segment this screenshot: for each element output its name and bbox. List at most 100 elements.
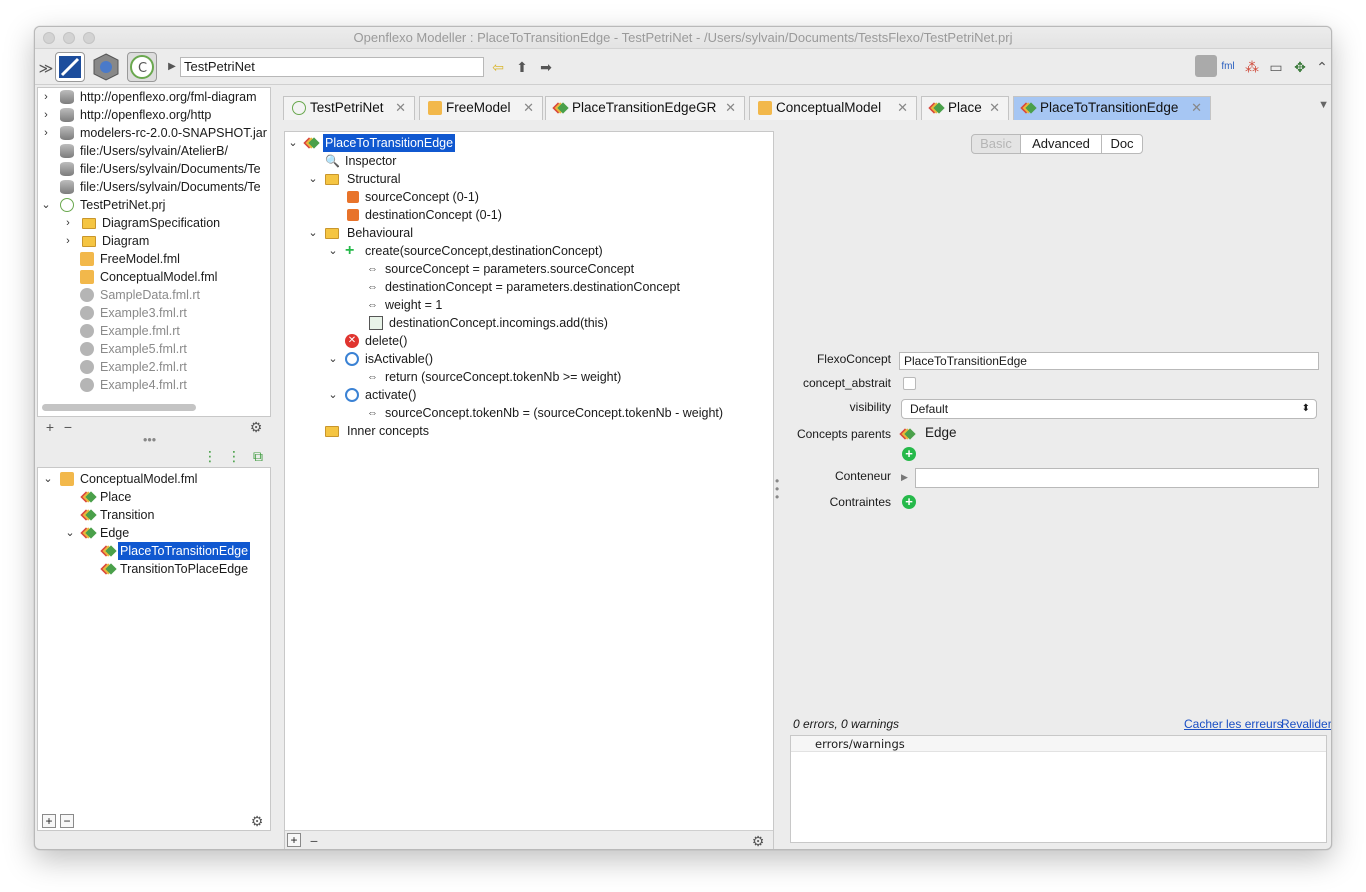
chevron-right-icon[interactable]: › [62, 232, 74, 250]
tab-label: FreeModel [446, 100, 511, 115]
conceptual-perspective-icon[interactable] [1195, 55, 1217, 77]
revalidate-link[interactable]: Revalider [1281, 717, 1331, 731]
chevron-right-icon[interactable]: › [40, 124, 52, 142]
concept-node-label: Inspector [345, 154, 397, 168]
gear-icon[interactable]: ⚙ [248, 812, 266, 830]
abstract-checkbox[interactable] [903, 377, 916, 390]
close-icon[interactable]: ✕ [523, 97, 534, 119]
concept-icon [82, 526, 96, 540]
remove-element-button[interactable]: − [305, 832, 323, 849]
visibility-select[interactable]: Default ⬍ [901, 399, 1317, 419]
fml-model-icon [80, 270, 94, 284]
close-icon[interactable]: ✕ [1191, 97, 1202, 119]
collapse-tree-icon[interactable]: ⋮ [225, 447, 243, 465]
collapse-icon[interactable]: ⌃ [1313, 58, 1331, 76]
resource-label: http://openflexo.org/http [80, 108, 212, 122]
close-window-button[interactable] [43, 32, 55, 44]
column-header[interactable]: errors/warnings [815, 737, 905, 751]
splitter-handle[interactable]: ••• [143, 433, 156, 447]
chevron-down-icon[interactable]: ⌄ [327, 242, 339, 260]
palette-icon[interactable]: ✥ [1291, 58, 1309, 76]
chevron-down-icon[interactable]: ⌄ [307, 224, 319, 242]
remove-model-button[interactable]: − [60, 814, 74, 828]
close-icon[interactable]: ✕ [989, 97, 1000, 119]
chevron-down-icon[interactable]: ⌄ [287, 134, 299, 152]
add-resource-button[interactable]: + [41, 418, 59, 436]
fml-editor-icon[interactable] [55, 52, 85, 82]
model-label: TransitionToPlaceEdge [120, 562, 249, 576]
tab-conceptualmodel[interactable]: ConceptualModel ✕ [749, 96, 917, 120]
fml-model-icon [758, 101, 772, 115]
runtime-instance-icon [80, 342, 94, 356]
add-model-button[interactable]: + [42, 814, 56, 828]
fml-model-icon [80, 252, 94, 266]
parent-concept-value[interactable]: Edge [925, 425, 957, 440]
visibility-value: Default [910, 402, 949, 416]
tab-placetotransitionedge[interactable]: PlaceToTransitionEdge ✕ [1013, 96, 1211, 120]
close-icon[interactable]: ✕ [897, 97, 908, 119]
play-icon[interactable]: ▶ [901, 472, 908, 483]
resource-label: TestPetriNet.prj [80, 198, 166, 212]
conceptual-icon[interactable]: C [127, 52, 157, 82]
chevron-right-icon[interactable]: › [40, 106, 52, 124]
gear-icon[interactable]: ⚙ [749, 832, 767, 849]
concept-icon [554, 101, 568, 115]
magnifier-icon: 🔍 [325, 154, 340, 168]
svg-text:C: C [138, 61, 147, 76]
window-icon[interactable]: ▭ [1267, 58, 1285, 76]
add-parent-button[interactable]: + [902, 447, 916, 461]
forward-arrow-icon[interactable]: ➡ [537, 58, 555, 76]
hierarchy-icon[interactable]: ⁂ [1243, 58, 1261, 76]
chevron-right-icon[interactable]: › [62, 214, 74, 232]
breadcrumb-field[interactable]: TestPetriNet [180, 57, 484, 77]
chevron-down-icon[interactable]: ⌄ [327, 350, 339, 368]
up-arrow-icon[interactable]: ⬆ [513, 58, 531, 76]
chevron-down-icon[interactable]: ⌄ [307, 170, 319, 188]
resource-label: http://openflexo.org/fml-diagram [80, 90, 257, 104]
expand-tree-icon[interactable]: ⋮ [201, 447, 219, 465]
horizontal-scrollbar[interactable] [42, 404, 196, 411]
tab-place[interactable]: Place ✕ [921, 96, 1009, 120]
chevron-down-icon[interactable]: ⌄ [327, 386, 339, 404]
validation-table-header: errors/warnings [791, 736, 1326, 752]
tabs-overflow-icon[interactable]: ▼ [1318, 99, 1329, 111]
fml-file-icon[interactable]: fml [1219, 58, 1237, 76]
tab-testpetrinet[interactable]: TestPetriNet ✕ [283, 96, 415, 120]
close-icon[interactable]: ✕ [725, 97, 736, 119]
concept-node-label: isActivable() [365, 352, 434, 366]
remove-resource-button[interactable]: − [59, 418, 77, 436]
tab-doc[interactable]: Doc [1101, 134, 1143, 154]
assignment-icon: ⇔ [367, 281, 378, 293]
shield-icon[interactable] [91, 52, 121, 82]
database-icon [60, 162, 74, 176]
tab-advanced[interactable]: Advanced [1020, 134, 1102, 154]
model-label-selected: PlaceToTransitionEdge [118, 542, 251, 560]
chevron-down-icon[interactable]: ⌄ [42, 470, 54, 488]
parents-label: Concepts parents [796, 427, 891, 441]
resource-browser: › http://openflexo.org/fml-diagram › htt… [37, 87, 271, 417]
zoom-window-button[interactable] [83, 32, 95, 44]
validation-table: errors/warnings [790, 735, 1327, 843]
container-field[interactable] [915, 468, 1319, 488]
close-icon[interactable]: ✕ [395, 97, 406, 119]
chevron-down-icon[interactable]: ⌄ [40, 196, 52, 214]
back-arrow-icon[interactable]: ⇦ [489, 58, 507, 76]
add-element-button[interactable]: + [287, 833, 301, 847]
gear-icon[interactable]: ⚙ [247, 418, 265, 436]
concept-tree-panel: ⌄ PlaceToTransitionEdge 🔍 Inspector ⌄ St… [284, 131, 774, 849]
concept-icon [82, 490, 96, 504]
minimize-window-button[interactable] [63, 32, 75, 44]
hide-errors-link[interactable]: Cacher les erreurs [1184, 717, 1283, 731]
concept-node-label: sourceConcept (0-1) [365, 190, 479, 204]
tree-mode-icon[interactable]: ⧉ [249, 447, 267, 465]
flexoconcept-name-field[interactable]: PlaceToTransitionEdge [899, 352, 1319, 370]
chevron-right-icon[interactable]: › [40, 88, 52, 106]
tab-placetransitionedgegr[interactable]: PlaceTransitionEdgeGR ✕ [545, 96, 745, 120]
expand-icon[interactable]: ≫ [37, 59, 55, 77]
concept-node-label: Inner concepts [347, 424, 429, 438]
app-window: Openflexo Modeller : PlaceToTransitionEd… [34, 26, 1332, 850]
tab-basic[interactable]: Basic [971, 134, 1021, 154]
chevron-down-icon[interactable]: ⌄ [64, 524, 76, 542]
tab-freemodel[interactable]: FreeModel ✕ [419, 96, 543, 120]
add-constraint-button[interactable]: + [902, 495, 916, 509]
